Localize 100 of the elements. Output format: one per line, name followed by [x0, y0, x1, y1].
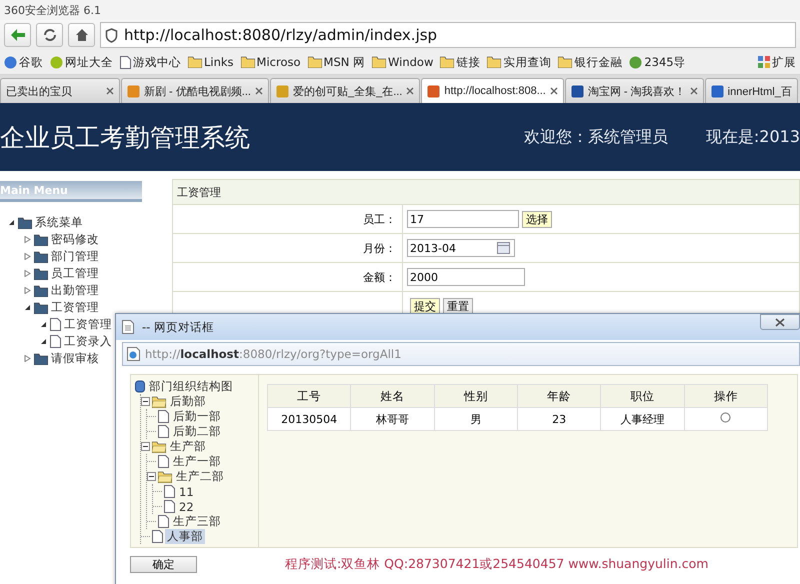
expanded-triangle-icon[interactable] [40, 321, 47, 328]
bookmark[interactable]: Links [188, 55, 234, 69]
table-cell: 男 [434, 408, 518, 430]
extensions-button[interactable]: 扩展 [758, 54, 796, 70]
tree-item[interactable]: 生产二部 [174, 469, 226, 484]
page-icon [158, 410, 169, 423]
tree-item[interactable]: 部门组织结构图 [147, 379, 235, 394]
refresh-icon [42, 28, 56, 42]
page-icon [50, 318, 61, 331]
close-icon[interactable] [406, 87, 414, 95]
collapsed-triangle-icon[interactable] [24, 355, 31, 362]
menu-item[interactable]: 工资录入 [64, 334, 112, 349]
folder-icon [188, 56, 202, 68]
bookmark[interactable]: 链接 [440, 54, 480, 70]
back-arrow-icon [10, 28, 26, 42]
tree-item[interactable]: 11 [177, 484, 196, 498]
bookmark[interactable]: 网址大全 [50, 54, 113, 70]
form-button[interactable]: 重置 [443, 298, 473, 314]
back-button[interactable] [4, 23, 31, 47]
ok-button[interactable]: 确定 [130, 556, 197, 573]
open-folder-icon [158, 470, 172, 482]
browser-tab[interactable]: http://localhost:808... [421, 78, 564, 103]
bookmark[interactable]: 银行金融 [558, 54, 622, 70]
collapsed-triangle-icon[interactable] [24, 253, 31, 260]
date-field[interactable]: 2013-04 [407, 239, 515, 257]
bookmark[interactable]: Window [372, 55, 434, 69]
menu-item[interactable]: 密码修改 [51, 232, 99, 247]
page-icon [158, 425, 169, 438]
close-icon[interactable] [106, 87, 114, 95]
menu-item[interactable]: 工资管理 [64, 317, 112, 332]
bookmark[interactable]: 谷歌 [4, 54, 43, 70]
table-cell: 林哥哥 [350, 408, 434, 430]
favicon-icon [570, 84, 584, 98]
bookmark[interactable]: MSN 网 [308, 54, 366, 70]
folder-icon [440, 56, 454, 68]
folder-icon [308, 56, 322, 68]
folder-icon [18, 216, 32, 228]
choose-button[interactable]: 选择 [522, 210, 552, 228]
tree-item[interactable]: 人事部 [165, 529, 205, 544]
column-header: 职位 [600, 384, 684, 408]
browser-tab[interactable]: innerHtml_百 [704, 78, 798, 103]
collapsed-triangle-icon[interactable] [24, 236, 31, 243]
table-cell: 20130504 [268, 408, 351, 430]
tree-item[interactable]: 22 [177, 500, 196, 514]
close-button[interactable] [760, 314, 800, 330]
collapsed-triangle-icon[interactable] [24, 270, 31, 277]
grid-icon [758, 56, 770, 68]
collapse-box-icon[interactable] [141, 442, 150, 451]
tree-item[interactable]: 生产三部 [171, 514, 223, 529]
url-text: http://localhost:8080/rlzy/admin/index.jsp [124, 26, 438, 44]
tree-item[interactable]: 生产一部 [171, 454, 223, 469]
bookmark[interactable]: 游戏中心 [120, 54, 181, 70]
welcome-text: 欢迎您：系统管理员 [524, 126, 668, 148]
folder-icon [34, 302, 48, 314]
menu-item[interactable]: 请假审核 [51, 351, 99, 366]
calendar-icon[interactable] [497, 242, 510, 254]
bookmark[interactable]: 2345导 [629, 54, 686, 70]
form-button[interactable]: 提交 [410, 298, 440, 314]
menu-item[interactable]: 系统菜单 [35, 215, 83, 230]
close-icon[interactable] [690, 87, 698, 95]
browser-tab[interactable]: 已卖出的宝贝 [0, 78, 120, 103]
home-button[interactable] [68, 23, 95, 47]
browser-tab[interactable]: 新剧 - 优酷电视剧频... [121, 78, 269, 103]
tree-item[interactable]: 生产部 [168, 439, 208, 454]
input-field[interactable]: 17 [407, 210, 519, 228]
input-field[interactable]: 2000 [407, 268, 525, 286]
close-icon[interactable] [254, 87, 263, 95]
collapsed-triangle-icon[interactable] [24, 287, 31, 294]
column-header: 姓名 [350, 384, 434, 408]
favicon-icon [127, 84, 140, 98]
refresh-button[interactable] [36, 23, 63, 47]
expanded-triangle-icon[interactable] [40, 338, 47, 345]
menu-item[interactable]: 出勤管理 [51, 283, 99, 298]
folder-icon [487, 56, 502, 68]
bookmark[interactable]: 实用查询 [487, 54, 552, 70]
expanded-triangle-icon[interactable] [8, 219, 15, 226]
open-folder-icon [152, 396, 166, 408]
menu-item[interactable]: 工资管理 [51, 300, 99, 315]
shield-icon [105, 28, 118, 42]
folder-icon [34, 234, 48, 246]
collapse-box-icon[interactable] [141, 397, 150, 406]
menu-item[interactable]: 部门管理 [51, 249, 99, 264]
home-icon [74, 28, 88, 42]
collapse-box-icon[interactable] [147, 472, 156, 481]
tree-item[interactable]: 后勤一部 [171, 409, 223, 424]
address-field[interactable]: http://localhost:8080/rlzy/admin/index.jsp [100, 22, 796, 48]
site-icon [629, 56, 642, 68]
favicon-icon [276, 84, 289, 98]
expanded-triangle-icon[interactable] [24, 304, 31, 311]
dialog-title: -- 网页对话框 [142, 320, 214, 334]
close-icon[interactable] [550, 87, 558, 95]
bookmark[interactable]: Microso [240, 55, 301, 69]
tree-item[interactable]: 后勤部 [168, 394, 208, 409]
page-icon [120, 56, 131, 68]
browser-tab[interactable]: 淘宝网 - 淘我喜欢！ [564, 78, 704, 103]
browser-tab[interactable]: 爱的创可贴_全集_在... [270, 78, 420, 103]
folder-icon [34, 352, 48, 364]
menu-item[interactable]: 员工管理 [51, 266, 99, 281]
tree-item[interactable]: 后勤二部 [171, 424, 223, 439]
radio-button[interactable] [720, 412, 732, 423]
